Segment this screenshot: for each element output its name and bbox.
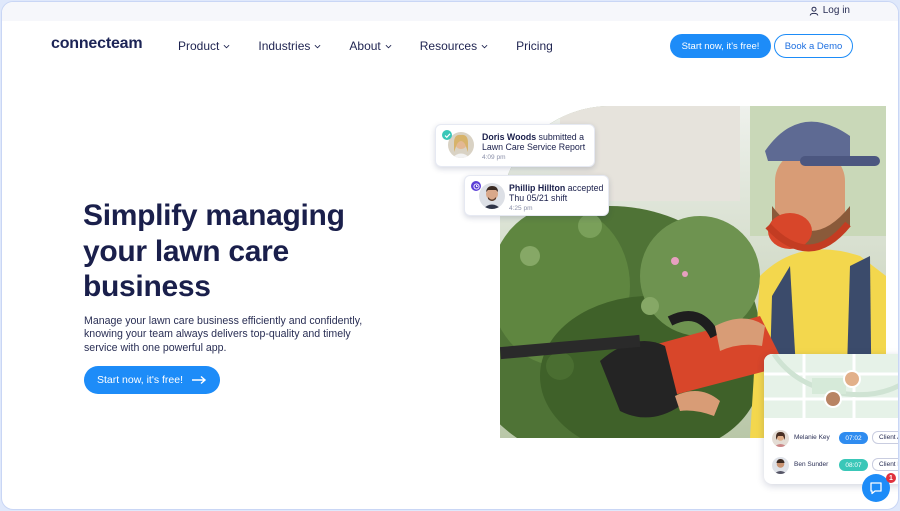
notification-line: Doris Woods submitted a [482,132,584,142]
notification-detail: Lawn Care Service Report [482,142,586,152]
nav-item-about[interactable]: About [349,39,392,53]
nav-item-resources[interactable]: Resources [420,39,488,53]
client-tag: Client B [872,458,898,471]
notification-line: Phillip Hillton accepted [509,183,603,193]
hero-subtitle: Manage your lawn care business efficient… [84,315,363,354]
nav-item-label: Product [178,39,220,53]
chevron-down-icon [481,44,488,48]
chevron-down-icon [385,44,392,48]
nav-item-label: Pricing [516,39,553,53]
nav-item-industries[interactable]: Industries [258,39,321,53]
nav-item-label: About [349,39,381,53]
chevron-down-icon [223,44,230,48]
employee-name: Melanie Key [794,434,830,441]
avatar [479,183,505,209]
start-free-button[interactable]: Start now, it's free! [670,34,771,58]
notification-time: 4:09 pm [482,154,506,161]
clock-icon [471,181,481,191]
main-nav: Product Industries About Resources Prici… [178,39,581,53]
notification-user: Doris Woods [482,132,537,142]
nav-item-product[interactable]: Product [178,39,230,53]
notification-card: Doris Woods submitted a Lawn Care Servic… [435,124,595,167]
hero-start-free-button[interactable]: Start now, it's free! [84,366,220,394]
notification-card: Phillip Hillton accepted Thu 05/21 shift… [464,175,609,216]
notification-detail: Thu 05/21 shift [509,193,568,203]
brand-logo[interactable]: connecteam [51,35,143,53]
avatar [772,430,789,447]
notification-action: submitted a [538,132,585,142]
avatar [772,457,789,474]
hero-title-line: business [83,270,211,303]
book-demo-button[interactable]: Book a Demo [774,34,853,58]
login-link[interactable]: Log in [809,5,850,16]
check-icon [442,130,452,140]
hero-title-line: Simplify managing [83,199,345,232]
hero-cta-label: Start now, it's free! [96,374,184,386]
top-utility-bar: Log in [2,2,898,21]
page-frame: Log in connecteam Product Industries Abo… [1,1,899,510]
notification-time: 4:25 pm [509,205,533,212]
login-label: Log in [822,5,850,16]
notification-action: accepted [567,183,604,193]
chat-icon [870,482,882,495]
unread-count-badge: 1 [886,473,896,483]
hero-title-line: your lawn care [83,234,289,268]
schedule-row[interactable]: Melanie Key 07:02 Client A [764,426,898,452]
employee-name: Ben Sunder [794,461,829,468]
hero-title: Simplify managing your lawn care busines… [83,198,383,305]
clock-in-time: 07:02 [839,432,868,444]
map-preview [764,354,898,418]
nav-item-label: Resources [419,39,478,53]
user-icon [809,6,819,16]
notification-user: Phillip Hillton [509,183,566,193]
schedule-panel: Melanie Key 07:02 Client A Ben Sunder 08… [764,354,898,484]
arrow-right-icon [192,375,207,385]
client-tag: Client A [872,431,898,444]
nav-item-label: Industries [258,39,311,53]
chevron-down-icon [314,44,321,48]
clock-in-time: 08:07 [839,459,868,471]
nav-item-pricing[interactable]: Pricing [516,39,553,53]
